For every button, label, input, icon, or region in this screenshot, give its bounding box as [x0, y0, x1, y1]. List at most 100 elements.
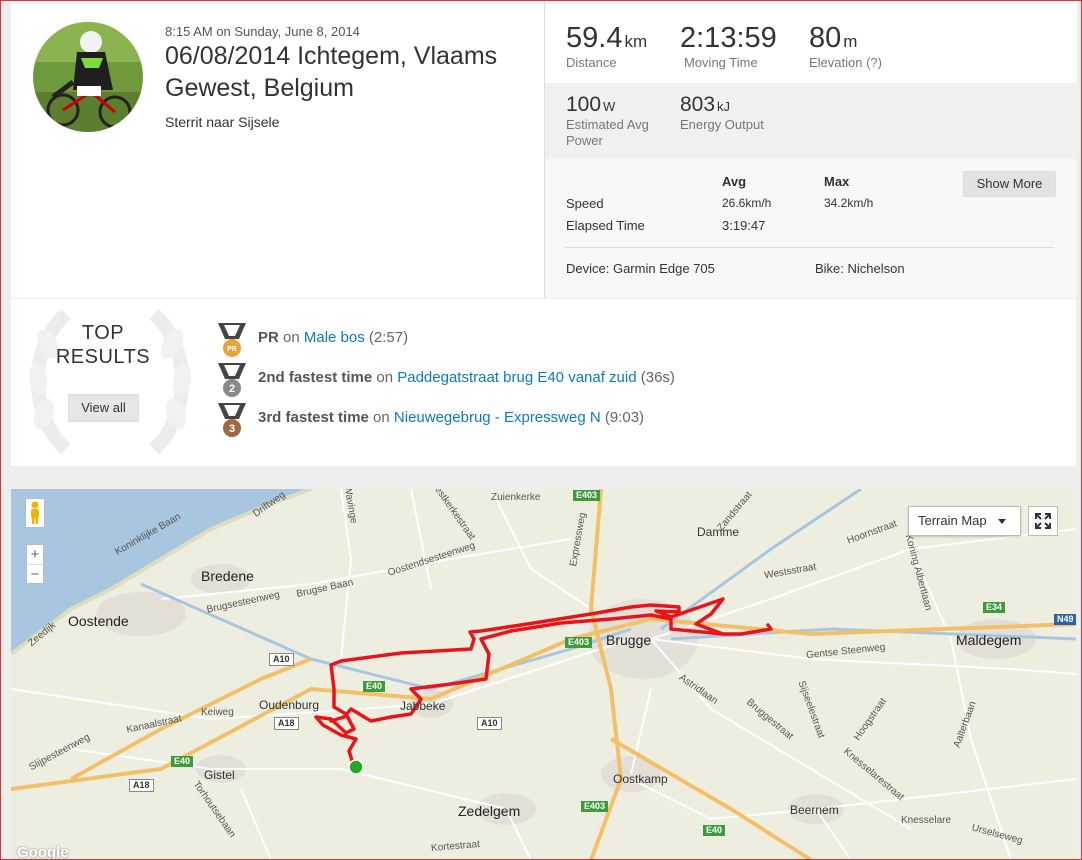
- road-shield: E34: [983, 602, 1006, 613]
- map-type-dropdown[interactable]: Terrain Map: [908, 506, 1021, 536]
- activity-datetime: 8:15 AM on Sunday, June 8, 2014: [165, 24, 360, 39]
- map-label-city: Bredene: [201, 568, 254, 584]
- road-shield: E403: [573, 490, 601, 501]
- map-label-city: Oostkamp: [613, 772, 668, 786]
- map-type-label: Terrain Map: [918, 513, 987, 528]
- map-label-city: Zuienkerke: [491, 492, 541, 503]
- pegman-icon: [31, 501, 39, 524]
- stat-moving-time: 2:13:59 Moving Time: [680, 22, 777, 70]
- detail-table: Avg Max Show More Speed 26.6km/h 34.2km/…: [545, 159, 1077, 298]
- segment-link[interactable]: Nieuwegebrug - Expressweg N: [394, 409, 601, 426]
- result-time: (9:03): [604, 409, 645, 426]
- elevation-help-link[interactable]: Elevation (?): [809, 55, 882, 70]
- map-label-city: Maldegem: [956, 632, 1022, 648]
- svg-text:2: 2: [229, 383, 235, 395]
- show-more-button[interactable]: Show More: [963, 171, 1056, 197]
- distance-value: 59.4: [566, 22, 623, 54]
- road-shield: N49: [1054, 614, 1076, 625]
- moving-time-label: Moving Time: [684, 55, 758, 70]
- col-max-header: Max: [824, 174, 850, 189]
- athlete-avatar[interactable]: [33, 22, 143, 132]
- activity-title[interactable]: 06/08/2014 Ichtegem, Vlaams Gewest, Belg…: [165, 40, 535, 104]
- elevation-unit: m: [843, 32, 858, 51]
- secondary-stats: 100 W Estimated Avg Power 803 kJ Energy Ou…: [545, 83, 1077, 159]
- distance-unit: km: [624, 32, 648, 51]
- result-text: 3rd fastest time on Nieuwegebrug - Expre…: [258, 409, 644, 426]
- segment-link[interactable]: Paddegatstraat brug E40 vanaf zuid: [397, 369, 636, 386]
- street-view-pegman[interactable]: [25, 498, 45, 528]
- map-label-city: Oudenburg: [259, 698, 320, 712]
- row-speed-label: Speed: [566, 196, 604, 211]
- fullscreen-button[interactable]: [1028, 506, 1058, 536]
- view-all-button[interactable]: View all: [68, 394, 139, 422]
- zoom-control: + −: [26, 544, 44, 584]
- map-label-city: Oostende: [68, 613, 129, 629]
- result-rank: 3rd fastest time: [258, 409, 369, 426]
- chevron-down-icon: [998, 519, 1006, 524]
- stat-distance: 59.4 km Distance: [566, 22, 647, 70]
- stat-elevation: 80 m Elevation (?): [809, 22, 882, 70]
- energy-label: Energy Output: [680, 117, 764, 132]
- result-text: PR on Male bos (2:57): [258, 329, 408, 346]
- elevation-value: 80: [809, 22, 842, 54]
- road-shield: E40: [171, 756, 194, 767]
- svg-text:PR: PR: [227, 346, 237, 353]
- row-speed-max: 34.2km/h: [824, 196, 874, 210]
- col-avg-header: Avg: [722, 174, 747, 189]
- pr-medal-icon: PR: [218, 323, 246, 357]
- distance-label: Distance: [566, 55, 617, 70]
- result-on: on: [283, 329, 300, 346]
- road-shield: A18: [129, 779, 154, 792]
- table-divider: [565, 247, 1054, 248]
- map-label-city: Brugge: [606, 632, 652, 648]
- road-shield: A10: [269, 653, 294, 666]
- result-on: on: [373, 409, 390, 426]
- energy-value: 803: [680, 93, 716, 116]
- top-results-title-line2: RESULTS: [55, 346, 151, 368]
- map-label-city: Knesselare: [901, 815, 952, 826]
- activity-description: Sterrit naar Sijsele: [165, 114, 280, 130]
- power-unit: W: [603, 99, 616, 114]
- map-label-city: Zedelgem: [458, 803, 521, 819]
- stat-energy: 803 kJ Energy Output: [680, 93, 764, 133]
- route-map[interactable]: Oostende Bredene Brugge Jabbeke Oudenbur…: [11, 489, 1076, 860]
- map-label-city: Jabbeke: [400, 699, 446, 713]
- energy-unit: kJ: [717, 99, 731, 114]
- result-text: 2nd fastest time on Paddegatstraat brug …: [258, 369, 675, 386]
- device-info: Device: Garmin Edge 705: [566, 261, 715, 276]
- result-rank: 2nd fastest time: [258, 369, 373, 386]
- expand-icon: [1035, 513, 1051, 529]
- google-attribution[interactable]: Google: [17, 844, 69, 860]
- power-value: 100: [566, 93, 602, 116]
- road-shield: E40: [363, 681, 386, 692]
- stats-panel: 59.4 km Distance 2:13:59 Moving Time 80 m …: [544, 0, 1077, 298]
- bronze-medal-icon: 3: [218, 403, 246, 437]
- zoom-in-button[interactable]: +: [27, 545, 43, 564]
- row-elapsed-label: Elapsed Time: [566, 218, 645, 233]
- segment-link[interactable]: Male bos: [304, 329, 365, 346]
- road-shield: A10: [477, 717, 502, 730]
- road-shield: E40: [703, 825, 726, 836]
- result-on: on: [376, 369, 394, 386]
- result-time: (2:57): [368, 329, 409, 346]
- map-label-city: Beernem: [790, 803, 839, 817]
- top-results-title-line1: TOP: [81, 322, 125, 344]
- top-results-card: TOP RESULTS View all PR PR on Male bos (…: [11, 299, 1076, 466]
- result-rank: PR: [258, 329, 279, 346]
- road-shield: A18: [274, 717, 299, 730]
- row-elapsed-avg: 3:19:47: [722, 218, 766, 233]
- primary-stats: 59.4 km Distance 2:13:59 Moving Time 80 m …: [545, 0, 1077, 83]
- svg-text:3: 3: [229, 423, 235, 435]
- stat-power: 100 W Estimated Avg Power: [566, 93, 666, 149]
- road-shield: E403: [565, 637, 593, 648]
- map-label-city: Gistel: [204, 768, 235, 782]
- result-time: (36s): [640, 369, 675, 386]
- top-results-title: TOP RESULTS: [41, 321, 165, 369]
- zoom-out-button[interactable]: −: [27, 564, 43, 584]
- power-label: Estimated Avg Power: [566, 117, 649, 148]
- map-label-road: Keiweg: [201, 707, 234, 718]
- silver-medal-icon: 2: [218, 363, 246, 397]
- road-shield: E403: [581, 801, 609, 812]
- activity-header: 8:15 AM on Sunday, June 8, 2014 06/08/20…: [11, 0, 1077, 298]
- moving-time-value: 2:13:59: [680, 22, 777, 54]
